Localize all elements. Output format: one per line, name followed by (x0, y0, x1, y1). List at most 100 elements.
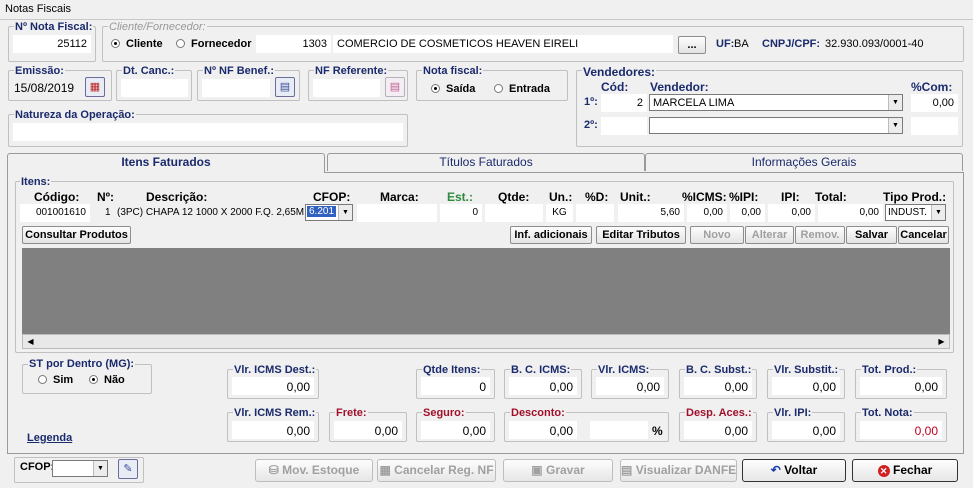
desconto-field[interactable]: 0,00 (509, 421, 577, 439)
bc-icms-field[interactable]: 0,00 (509, 377, 577, 395)
vlr-icms-rem-field[interactable]: 0,00 (232, 421, 314, 439)
list-icon[interactable]: ▤ (275, 77, 295, 97)
tot-prod-field[interactable]: 0,00 (860, 377, 942, 395)
natureza-field[interactable] (13, 123, 403, 141)
item-pd-field[interactable] (576, 204, 614, 222)
item-icms-field[interactable]: 0,00 (687, 204, 727, 222)
vlr-substit-field[interactable]: 0,00 (772, 377, 840, 395)
natureza-label: Natureza da Operação: (14, 109, 136, 121)
col-un: Un.: (549, 190, 573, 204)
emissao-value[interactable]: 15/08/2019 (14, 81, 74, 95)
desconto-pct-field[interactable] (590, 421, 648, 439)
item-ipi-field[interactable]: 0,00 (768, 204, 815, 222)
vlr-icms-dest-field[interactable]: 0,00 (232, 377, 314, 395)
entrada-radio-label: Entrada (509, 83, 550, 95)
alterar-button[interactable]: Alterar (745, 226, 794, 244)
tab-itens-faturados[interactable]: Itens Faturados (7, 153, 325, 173)
novo-button[interactable]: Novo (690, 226, 744, 244)
chevron-down-icon[interactable]: ▼ (888, 118, 902, 133)
cancelar-reg-button[interactable]: ▦ Cancelar Reg. NF (377, 459, 496, 482)
dt-canc-field[interactable] (121, 79, 188, 97)
tab-titulos-faturados[interactable]: Títulos Faturados (327, 153, 645, 171)
qtde-itens-field[interactable]: 0 (421, 377, 490, 395)
saida-radio[interactable] (431, 84, 440, 93)
chevron-down-icon[interactable]: ▼ (931, 205, 945, 220)
cliente-radio[interactable] (111, 39, 120, 48)
chevron-down-icon[interactable]: ▼ (338, 205, 352, 220)
col-marca: Marca: (380, 190, 419, 204)
salvar-button[interactable]: Salvar (846, 226, 897, 244)
col-descricao: Descrição: (146, 190, 208, 204)
seguro-label: Seguro: (422, 407, 466, 419)
entrada-radio[interactable] (494, 84, 503, 93)
item-est-field[interactable]: 0 (440, 204, 482, 222)
item-cfop-select[interactable]: 6.201 ▼ (305, 204, 353, 221)
item-marca-field[interactable] (357, 204, 437, 222)
cliente-nome-field[interactable]: COMERCIO DE COSMETICOS HEAVEN EIRELI (333, 35, 673, 53)
qtde-itens-label: Qtde Itens: (422, 364, 482, 376)
voltar-button[interactable]: ↶ Voltar (742, 459, 846, 482)
nf-benef-field[interactable] (202, 79, 270, 97)
item-ipi-pct-field[interactable]: 0,00 (730, 204, 765, 222)
inf-adicionais-button[interactable]: Inf. adicionais (510, 226, 592, 244)
item-unit-field[interactable]: 5,60 (618, 204, 684, 222)
horizontal-scrollbar[interactable]: ◀ ▶ (22, 334, 950, 349)
editar-tributos-button[interactable]: Editar Tributos (596, 226, 686, 244)
vendedor2-select[interactable]: ▼ (649, 117, 903, 134)
cfop-filter-select[interactable]: ▼ (52, 460, 108, 477)
item-qtde-field[interactable] (485, 204, 543, 222)
tab-informacoes-gerais[interactable]: Informações Gerais (645, 153, 963, 171)
item-un-field[interactable]: KG (546, 204, 573, 222)
vendedor1-com-field[interactable]: 0,00 (911, 94, 958, 112)
scroll-right-icon[interactable]: ▶ (935, 336, 948, 347)
vlr-icms-field[interactable]: 0,00 (596, 377, 664, 395)
gravar-button[interactable]: ▣ Gravar (503, 459, 613, 482)
st-nao-label: Não (104, 374, 125, 386)
mov-estoque-button[interactable]: ⛁ Mov. Estoque (255, 459, 373, 482)
item-codigo-field[interactable]: 001001610 (20, 204, 90, 222)
consultar-produtos-button[interactable]: Consultar Produtos (22, 226, 131, 244)
visualizar-danfe-button[interactable]: ▤ Visualizar DANFE (620, 459, 737, 482)
fechar-button[interactable]: ✕ Fechar (852, 459, 958, 482)
frete-field[interactable]: 0,00 (334, 421, 402, 439)
chevron-down-icon[interactable]: ▼ (93, 461, 107, 476)
items-grid[interactable] (22, 248, 950, 334)
calendar-icon[interactable]: ▦ (85, 77, 105, 97)
browse-cliente-button[interactable]: ... (678, 36, 706, 54)
scroll-left-icon[interactable]: ◀ (24, 336, 37, 347)
vendedor1-cod-field[interactable]: 2 (601, 94, 647, 112)
nf-referente-field[interactable] (313, 79, 380, 97)
cancelar-button[interactable]: Cancelar (898, 226, 949, 244)
vendedor2-com-field[interactable] (911, 117, 958, 135)
grid-icon: ▦ (379, 463, 391, 477)
desconto-label: Desconto: (510, 407, 566, 419)
voltar-label: Voltar (784, 463, 818, 477)
edit-icon[interactable]: ✎ (118, 459, 138, 479)
item-tipo-prod-select[interactable]: INDUST. ▼ (885, 204, 946, 221)
document-icon[interactable]: ▤ (385, 77, 405, 97)
desp-aces-field[interactable]: 0,00 (684, 421, 752, 439)
seguro-field[interactable]: 0,00 (421, 421, 490, 439)
vlr-substit-label: Vlr. Substit.: (773, 364, 840, 376)
vendedor1-select[interactable]: MARCELA LIMA ▼ (649, 94, 903, 111)
cliente-fornecedor-label: Cliente/Fornecedor: (108, 21, 207, 33)
tot-nota-field[interactable]: 0,00 (860, 421, 942, 439)
chevron-down-icon[interactable]: ▼ (888, 95, 902, 110)
cliente-codigo-field[interactable]: 1303 (256, 35, 331, 53)
st-nao-radio[interactable] (89, 375, 98, 384)
vlr-ipi-field[interactable]: 0,00 (772, 421, 840, 439)
legenda-link[interactable]: Legenda (27, 432, 72, 444)
st-sim-radio[interactable] (38, 375, 47, 384)
vendedor2-cod-field[interactable] (601, 117, 647, 135)
nota-fiscal-field[interactable]: 25112 (13, 35, 91, 53)
desp-aces-label: Desp. Aces.: (685, 407, 753, 419)
item-total-field[interactable]: 0,00 (818, 204, 883, 222)
remover-button[interactable]: Remov. (795, 226, 845, 244)
fornecedor-radio[interactable] (176, 39, 185, 48)
emissao-label: Emissão: (14, 65, 65, 77)
cod-header: Cód: (601, 80, 629, 94)
bc-subst-field[interactable]: 0,00 (684, 377, 752, 395)
com-header: %Com: (911, 80, 953, 94)
col-icms: %ICMS: (682, 190, 727, 204)
col-ipi: IPI: (781, 190, 800, 204)
